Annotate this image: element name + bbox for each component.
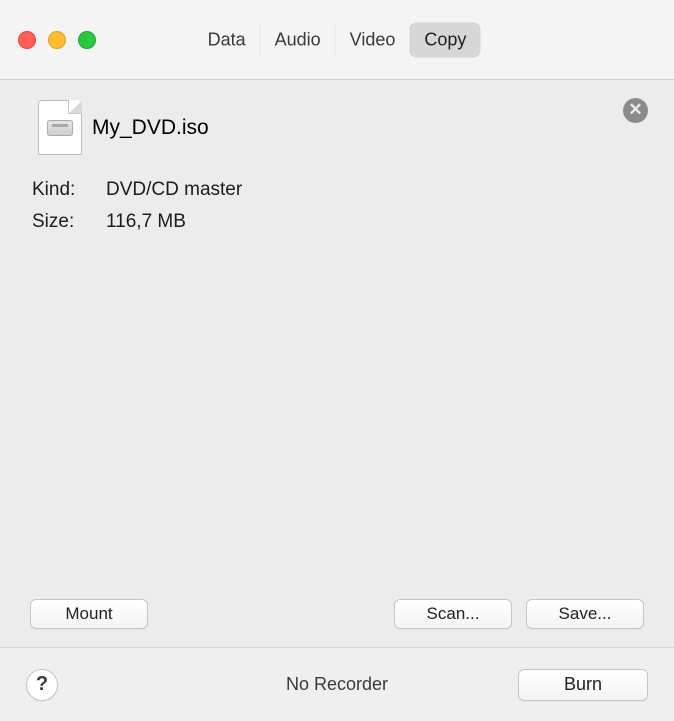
recorder-status: No Recorder: [286, 674, 388, 695]
close-icon: ✕: [628, 101, 642, 118]
save-button[interactable]: Save...: [526, 599, 644, 629]
file-row: My_DVD.iso: [30, 100, 644, 155]
size-value: 116,7 MB: [106, 211, 644, 233]
kind-label: Kind:: [32, 179, 94, 201]
disk-image-icon: [38, 100, 82, 155]
tab-data[interactable]: Data: [194, 22, 260, 57]
clear-file-button[interactable]: ✕: [623, 98, 648, 123]
content-area: ✕ My_DVD.iso Kind: DVD/CD master Size: 1…: [0, 80, 674, 647]
minimize-window-button[interactable]: [48, 31, 66, 49]
bottombar: ? No Recorder Burn: [0, 647, 674, 721]
tab-video[interactable]: Video: [335, 22, 410, 57]
kind-value: DVD/CD master: [106, 179, 644, 201]
file-name: My_DVD.iso: [92, 116, 209, 140]
burn-button[interactable]: Burn: [518, 669, 648, 701]
content-spacer: [30, 233, 644, 591]
tab-copy[interactable]: Copy: [409, 22, 480, 57]
mode-segmented-control: Data Audio Video Copy: [194, 22, 481, 57]
help-button[interactable]: ?: [26, 669, 58, 701]
size-label: Size:: [32, 211, 94, 233]
zoom-window-button[interactable]: [78, 31, 96, 49]
scan-button[interactable]: Scan...: [394, 599, 512, 629]
action-button-row: Mount Scan... Save...: [30, 599, 644, 629]
tab-audio[interactable]: Audio: [260, 22, 335, 57]
mount-button[interactable]: Mount: [30, 599, 148, 629]
close-window-button[interactable]: [18, 31, 36, 49]
file-info: Kind: DVD/CD master Size: 116,7 MB: [30, 179, 644, 233]
traffic-lights: [18, 31, 96, 49]
titlebar: Data Audio Video Copy: [0, 0, 674, 80]
